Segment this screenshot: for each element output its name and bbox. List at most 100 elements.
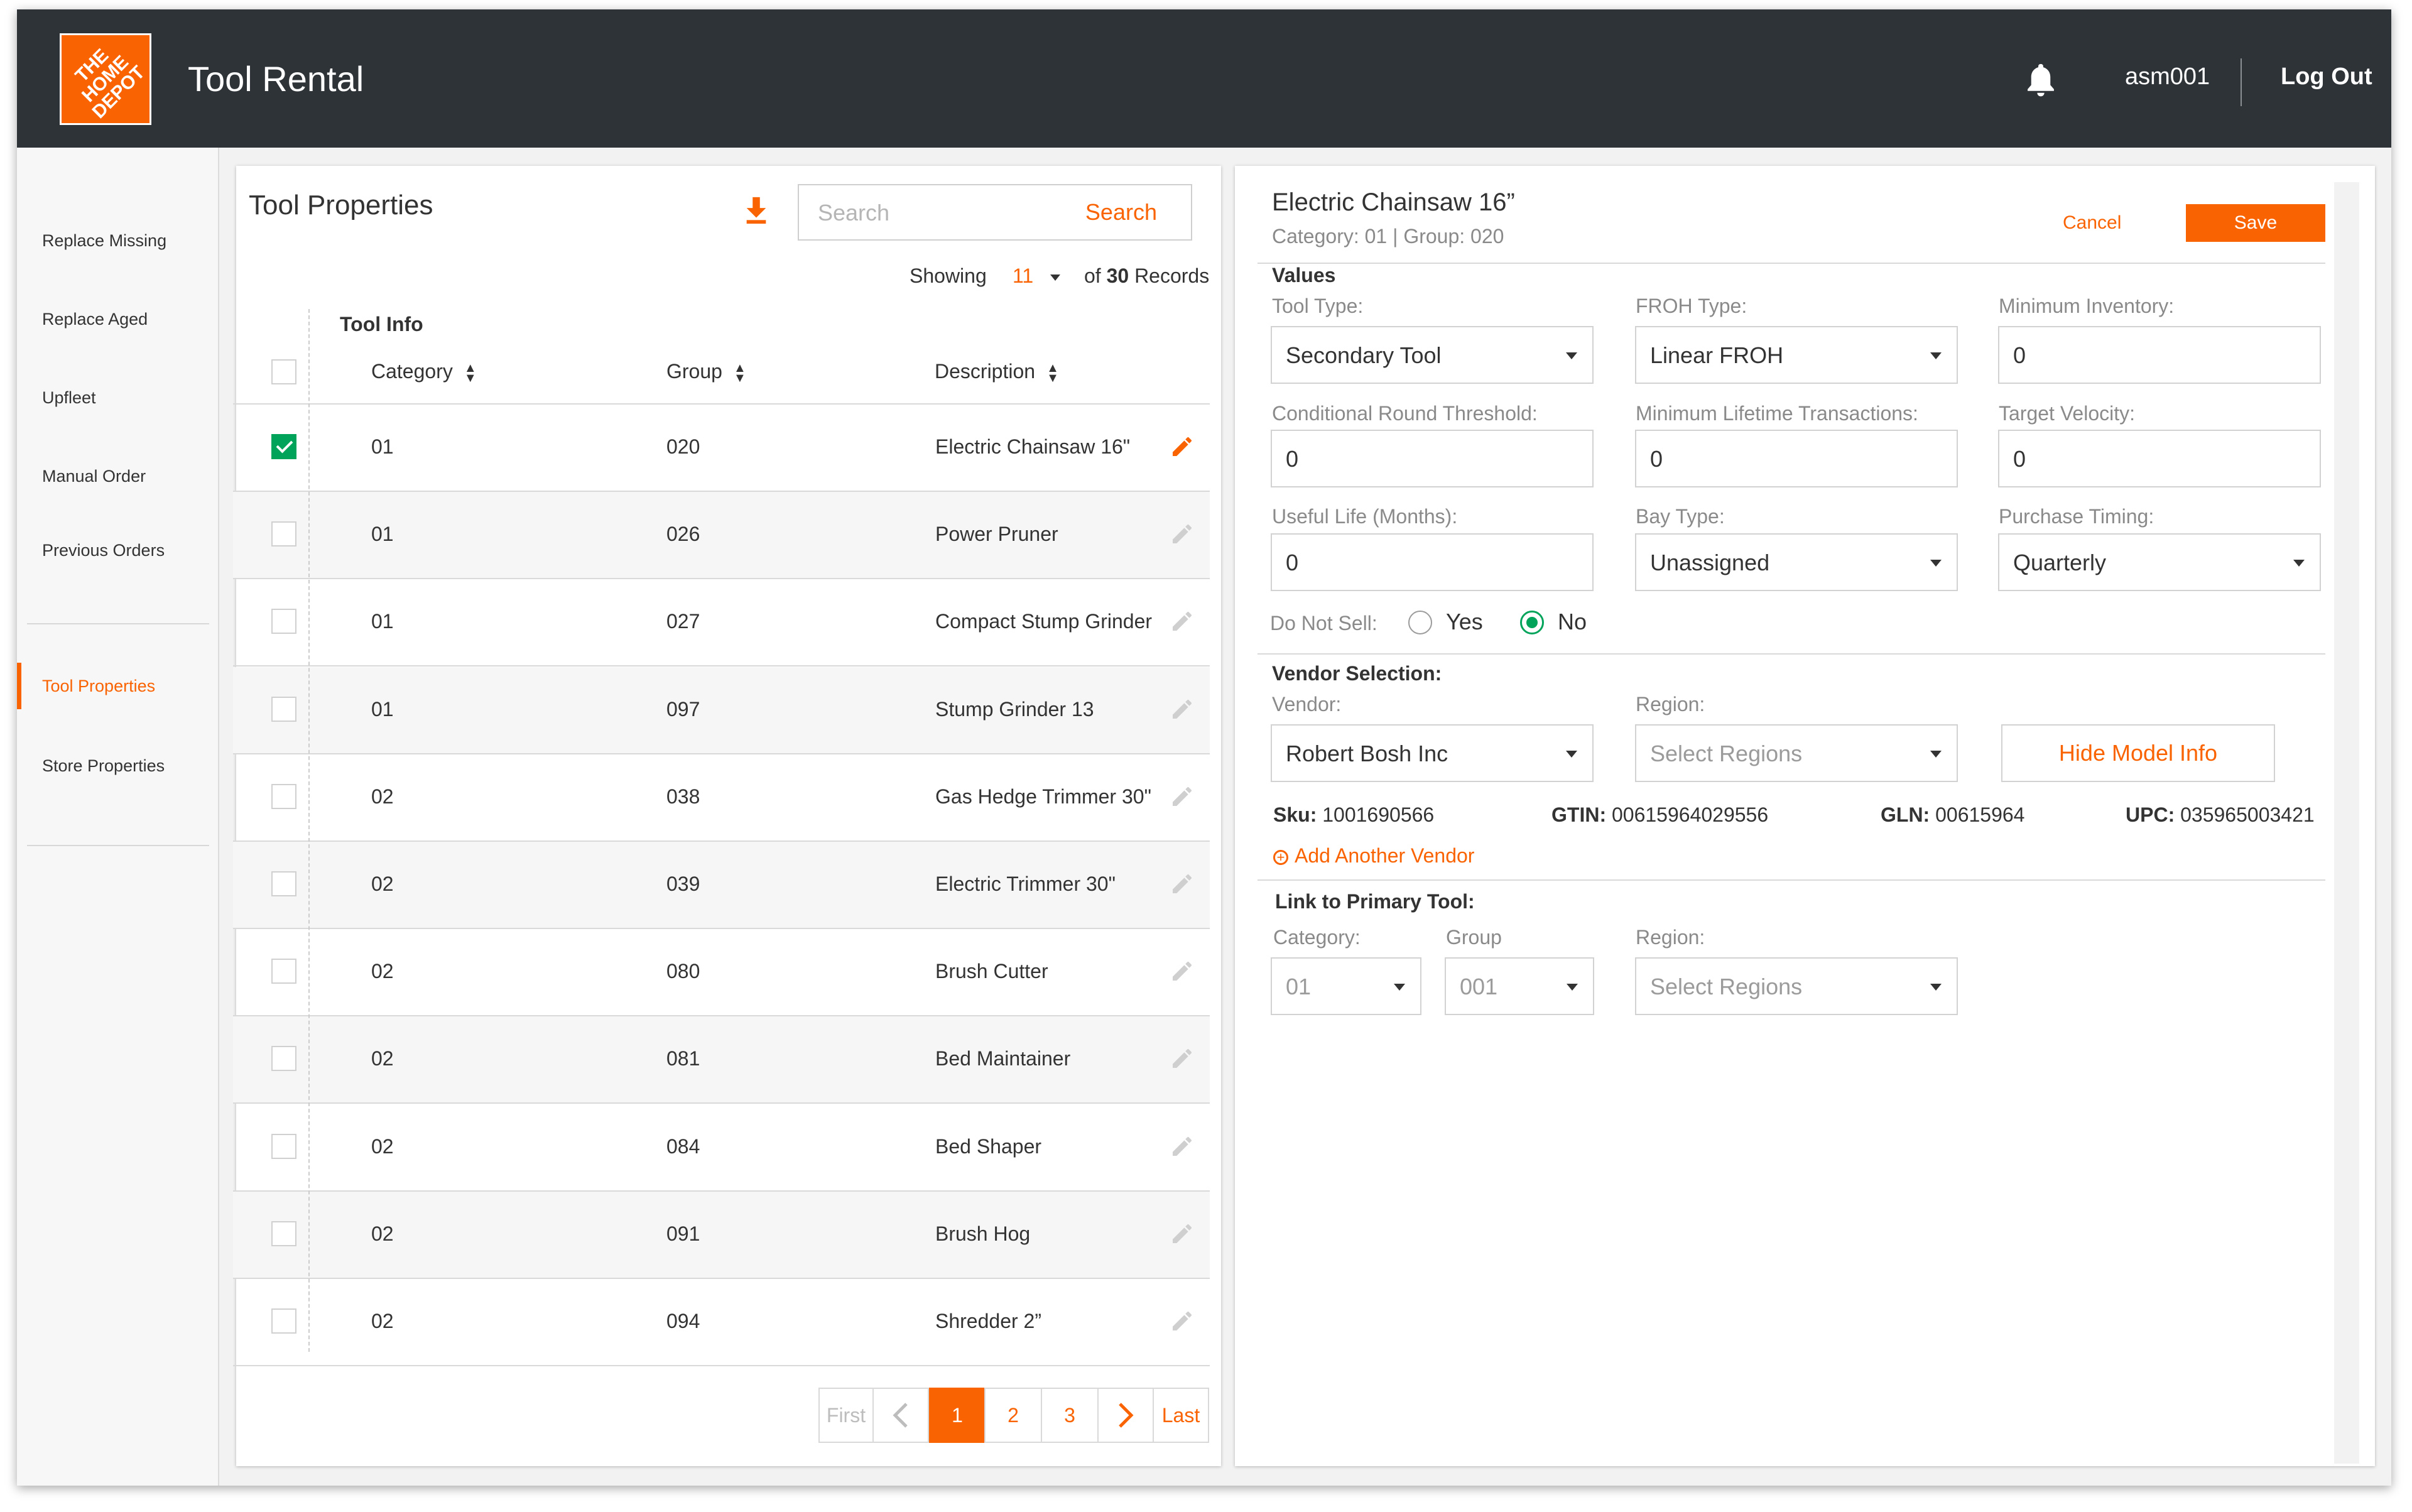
primary-region-placeholder: Select Regions	[1650, 974, 1803, 999]
sidebar-item-previous-orders[interactable]: Previous Orders	[42, 539, 165, 562]
row-checkbox[interactable]	[271, 1134, 296, 1159]
row-checkbox[interactable]	[271, 784, 296, 809]
top-header: THE HOME DEPOT Tool Rental asm001 Log Ou…	[17, 9, 2391, 148]
column-header-group[interactable]: Group ▲ ▼	[666, 358, 746, 384]
edit-pencil-icon[interactable]	[1170, 697, 1195, 722]
pagination-page-1[interactable]: 1	[929, 1388, 986, 1443]
edit-pencil-icon[interactable]	[1170, 1221, 1195, 1246]
download-icon[interactable]	[745, 196, 768, 225]
column-header-description[interactable]: Description ▲ ▼	[935, 358, 1059, 384]
row-group: 091	[666, 1222, 700, 1245]
bay-type-select[interactable]: Unassigned	[1635, 533, 1958, 591]
hide-model-info-button[interactable]: Hide Model Info	[2001, 724, 2275, 782]
region-label: Region:	[1636, 693, 1705, 715]
do-not-sell-label: Do Not Sell:	[1270, 612, 1377, 634]
pagination-page-2[interactable]: 2	[984, 1388, 1042, 1443]
search-button[interactable]: Search	[1085, 198, 1157, 227]
do-not-sell-yes-radio[interactable]	[1408, 611, 1432, 634]
column-header-category[interactable]: Category ▲ ▼	[371, 358, 477, 384]
detail-title: Electric Chainsaw 16”	[1272, 188, 1515, 216]
vendor-value: Robert Bosh Inc	[1286, 741, 1448, 766]
gtin-label: GTIN:	[1551, 803, 1607, 826]
useful-life-input[interactable]: 0	[1271, 533, 1594, 591]
primary-region-select[interactable]: Select Regions	[1635, 957, 1958, 1015]
cancel-button[interactable]: Cancel	[2063, 210, 2121, 236]
sku-info: Sku: 1001690566	[1273, 802, 1434, 828]
pagination-last[interactable]: Last	[1153, 1388, 1209, 1443]
target-velocity-input[interactable]: 0	[1998, 430, 2321, 487]
row-checkbox[interactable]	[271, 1046, 296, 1071]
row-description: Brush Cutter	[935, 960, 1048, 982]
tool-info-group-header: Tool Info	[340, 313, 423, 335]
sidebar-item-tool-properties[interactable]: Tool Properties	[42, 675, 155, 697]
primary-category-select[interactable]: 01	[1271, 957, 1421, 1015]
sidebar-item-store-properties[interactable]: Store Properties	[42, 754, 165, 777]
sidebar-item-replace-missing[interactable]: Replace Missing	[42, 229, 166, 252]
froh-type-select[interactable]: Linear FROH	[1635, 326, 1958, 384]
chevron-down-icon	[1050, 274, 1061, 281]
pagination-prev[interactable]	[872, 1388, 929, 1443]
primary-category-value: 01	[1286, 974, 1312, 999]
vendor-region-select[interactable]: Select Regions	[1635, 724, 1958, 782]
page-size-select[interactable]: 11	[1013, 263, 1061, 289]
username[interactable]: asm001	[2125, 61, 2210, 92]
row-description: Power Pruner	[935, 523, 1058, 545]
edit-pencil-icon[interactable]	[1170, 959, 1195, 984]
pagination-first[interactable]: First	[818, 1388, 874, 1443]
tool-type-label: Tool Type:	[1272, 295, 1364, 317]
sidebar-item-manual-order[interactable]: Manual Order	[42, 465, 146, 487]
bell-icon[interactable]	[2022, 61, 2060, 101]
search-input[interactable]	[817, 185, 1070, 241]
row-group: 081	[666, 1047, 700, 1070]
row-checkbox[interactable]	[271, 1221, 296, 1246]
pagination-page-3[interactable]: 3	[1041, 1388, 1099, 1443]
purchase-timing-select[interactable]: Quarterly	[1998, 533, 2321, 591]
row-category: 02	[371, 873, 394, 895]
primary-group-select[interactable]: 001	[1445, 957, 1594, 1015]
row-checkbox[interactable]	[271, 434, 296, 459]
edit-pencil-icon[interactable]	[1170, 1134, 1195, 1159]
logout-button[interactable]: Log Out	[2281, 61, 2372, 92]
add-vendor-link[interactable]: + Add Another Vendor	[1273, 842, 1474, 869]
min-inventory-label: Minimum Inventory:	[1999, 295, 2175, 317]
row-checkbox[interactable]	[271, 959, 296, 984]
edit-pencil-icon[interactable]	[1170, 1046, 1195, 1071]
tool-type-select[interactable]: Secondary Tool	[1271, 326, 1594, 384]
vendor-label: Vendor:	[1272, 693, 1342, 715]
logo-text: THE HOME DEPOT	[71, 45, 149, 123]
row-divider	[233, 928, 1210, 929]
row-description: Electric Trimmer 30"	[935, 873, 1116, 895]
min-lifetime-transactions-input[interactable]: 0	[1635, 430, 1958, 487]
chevron-down-icon	[1394, 984, 1405, 991]
row-checkbox[interactable]	[271, 521, 296, 547]
sidebar-item-replace-aged[interactable]: Replace Aged	[42, 308, 148, 330]
pagination-next[interactable]	[1097, 1388, 1154, 1443]
showing-label: Showing	[910, 264, 987, 287]
select-all-checkbox[interactable]	[271, 359, 296, 384]
upc-info: UPC: 035965003421	[2126, 802, 2315, 828]
min-inventory-input[interactable]: 0	[1998, 326, 2321, 384]
row-checkbox[interactable]	[271, 609, 296, 634]
edit-pencil-icon[interactable]	[1170, 609, 1195, 634]
row-checkbox[interactable]	[271, 1308, 296, 1334]
vendor-select[interactable]: Robert Bosh Inc	[1271, 724, 1594, 782]
cond-round-threshold-input[interactable]: 0	[1271, 430, 1594, 487]
row-checkbox[interactable]	[271, 697, 296, 722]
row-checkbox[interactable]	[271, 871, 296, 896]
row-description: Compact Stump Grinder	[935, 610, 1153, 633]
edit-pencil-icon[interactable]	[1170, 784, 1195, 809]
sort-icon: ▲ ▼	[464, 361, 477, 385]
edit-pencil-icon[interactable]	[1170, 871, 1195, 896]
save-button[interactable]: Save	[2186, 204, 2325, 242]
edit-pencil-icon[interactable]	[1170, 434, 1195, 459]
edit-pencil-icon[interactable]	[1170, 521, 1195, 547]
sidebar-item-upfleet[interactable]: Upfleet	[42, 386, 96, 409]
edit-pencil-icon[interactable]	[1170, 1308, 1195, 1334]
row-description: Brush Hog	[935, 1222, 1031, 1245]
row-group: 039	[666, 873, 700, 895]
do-not-sell-no-radio[interactable]	[1520, 611, 1544, 634]
home-depot-logo[interactable]: THE HOME DEPOT	[60, 33, 151, 125]
chevron-down-icon	[1930, 352, 1942, 359]
vendor-section-title: Vendor Selection:	[1272, 662, 1442, 685]
cond-round-threshold-label: Conditional Round Threshold:	[1272, 402, 1538, 425]
